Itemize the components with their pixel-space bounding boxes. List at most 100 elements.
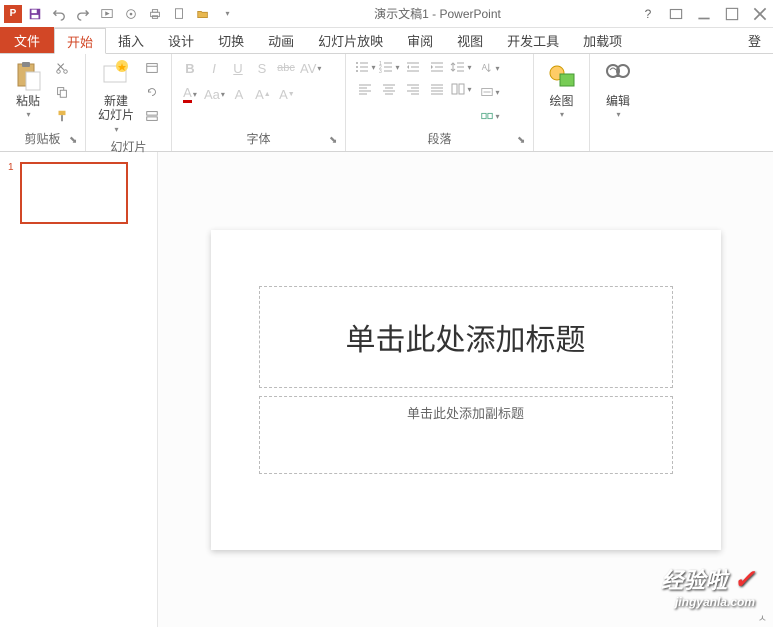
collapse-ribbon-icon[interactable]: ㅅ [758,610,767,625]
title-placeholder-text: 单击此处添加标题 [346,315,586,359]
ribbon-display-icon[interactable] [667,5,685,23]
help-icon[interactable]: ? [639,5,657,23]
group-editing-label [598,145,638,149]
tab-file[interactable]: 文件 [0,27,54,53]
copy-icon[interactable] [52,82,72,102]
tab-insert[interactable]: 插入 [106,27,156,53]
new-icon[interactable] [170,5,188,23]
tab-home[interactable]: 开始 [54,28,106,54]
app-icon: P [4,5,22,23]
new-slide-label: 新建 幻灯片 [98,94,134,123]
paste-icon [12,60,44,92]
text-direction-icon[interactable]: A▾ [480,58,500,78]
chevron-down-icon: ▾ [560,110,564,119]
group-paragraph: ▾ 123▾ ▾ ▾ A▾ ▾ ▾ 段落 [346,54,534,151]
thumbnail-preview [20,162,128,224]
clipboard-launcher-icon[interactable]: ⬊ [69,135,81,147]
layout-icon[interactable] [142,58,162,78]
svg-text:3: 3 [379,69,382,74]
shadow-button[interactable]: S [252,58,272,78]
format-painter-icon[interactable] [52,106,72,126]
bullets-icon[interactable]: ▾ [354,58,376,76]
align-text-icon[interactable]: ▾ [480,82,500,102]
tab-transitions[interactable]: 切换 [206,27,256,53]
watermark: 经验啦 ✓ jingyanla.com [661,563,755,609]
numbering-icon[interactable]: 123▾ [378,58,400,76]
align-center-icon[interactable] [378,80,400,98]
align-right-icon[interactable] [402,80,424,98]
print-icon[interactable] [146,5,164,23]
clear-format-button[interactable]: A [229,84,249,104]
editing-button[interactable]: 编辑 ▾ [598,58,638,121]
underline-button[interactable]: U [228,58,248,78]
ribbon: 粘贴 ▾ 剪贴板 ⬊ 新建 幻灯片 ▾ 幻灯片 [0,54,773,152]
svg-text:A: A [482,63,488,72]
title-placeholder[interactable]: 单击此处添加标题 [259,286,673,388]
drawing-button[interactable]: 绘图 ▾ [542,58,582,121]
group-slides-label: 幻灯片 [94,136,163,157]
window-title: 演示文稿1 - PowerPoint [236,5,639,22]
group-drawing: 绘图 ▾ [534,54,590,151]
tab-developer[interactable]: 开发工具 [495,27,571,53]
chevron-down-icon: ▾ [26,110,30,119]
increase-indent-icon[interactable] [426,58,448,76]
tab-addins[interactable]: 加载项 [571,27,634,53]
paste-button[interactable]: 粘贴 ▾ [8,58,48,121]
group-font: B I U S abc AV▾ A▾ Aa▾ A A▲ A▼ 字体 ⬊ [172,54,346,151]
line-spacing-icon[interactable]: ▾ [450,58,472,76]
workspace: 1 单击此处添加标题 单击此处添加副标题 [0,152,773,627]
section-icon[interactable] [142,106,162,126]
tab-view[interactable]: 视图 [445,27,495,53]
save-icon[interactable] [26,5,44,23]
columns-icon[interactable]: ▾ [450,80,472,98]
strikethrough-button[interactable]: abc [276,58,296,78]
slide-canvas[interactable]: 单击此处添加标题 单击此处添加副标题 [211,230,721,550]
subtitle-placeholder[interactable]: 单击此处添加副标题 [259,396,673,474]
qat-customize-icon[interactable]: ▾ [218,5,236,23]
touch-mode-icon[interactable] [122,5,140,23]
reset-icon[interactable] [142,82,162,102]
minimize-icon[interactable] [695,5,713,23]
undo-icon[interactable] [50,5,68,23]
thumbnail-number: 1 [8,162,16,224]
quick-access-toolbar: ▾ [26,5,236,23]
redo-icon[interactable] [74,5,92,23]
group-editing: 编辑 ▾ [590,54,646,151]
login-link[interactable]: 登 [736,27,773,53]
paste-label: 粘贴 [16,94,40,108]
group-clipboard-label: 剪贴板 [8,128,77,149]
cut-icon[interactable] [52,58,72,78]
ribbon-tabs: 文件 开始 插入 设计 切换 动画 幻灯片放映 审阅 视图 开发工具 加载项 登 [0,28,773,54]
justify-icon[interactable] [426,80,448,98]
maximize-icon[interactable] [723,5,741,23]
font-color-button[interactable]: A▾ [180,84,200,104]
group-slides: 新建 幻灯片 ▾ 幻灯片 [86,54,172,151]
char-spacing-button[interactable]: AV▾ [300,58,321,78]
smartart-icon[interactable]: ▾ [480,106,500,126]
shrink-font-button[interactable]: A▼ [277,84,297,104]
align-left-icon[interactable] [354,80,376,98]
start-from-beginning-icon[interactable] [98,5,116,23]
watermark-text: 经验啦 [661,568,727,593]
paragraph-launcher-icon[interactable]: ⬊ [517,135,529,147]
close-icon[interactable] [751,5,769,23]
slide-editor: 单击此处添加标题 单击此处添加副标题 [158,152,773,627]
open-icon[interactable] [194,5,212,23]
change-case-button[interactable]: Aa▾ [204,84,225,104]
group-font-label: 字体 [180,128,337,149]
tab-slideshow[interactable]: 幻灯片放映 [306,27,395,53]
italic-button[interactable]: I [204,58,224,78]
bold-button[interactable]: B [180,58,200,78]
chevron-down-icon: ▾ [115,125,119,134]
tab-animations[interactable]: 动画 [256,27,306,53]
decrease-indent-icon[interactable] [402,58,424,76]
grow-font-button[interactable]: A▲ [253,84,273,104]
new-slide-button[interactable]: 新建 幻灯片 ▾ [94,58,138,136]
window-controls: ? [639,5,769,23]
slide-thumbnail-1[interactable]: 1 [8,162,149,224]
font-launcher-icon[interactable]: ⬊ [329,135,341,147]
tab-review[interactable]: 审阅 [395,27,445,53]
tab-design[interactable]: 设计 [156,27,206,53]
new-slide-icon [100,60,132,92]
title-bar: P ▾ 演示文稿1 - PowerPoint ? [0,0,773,28]
